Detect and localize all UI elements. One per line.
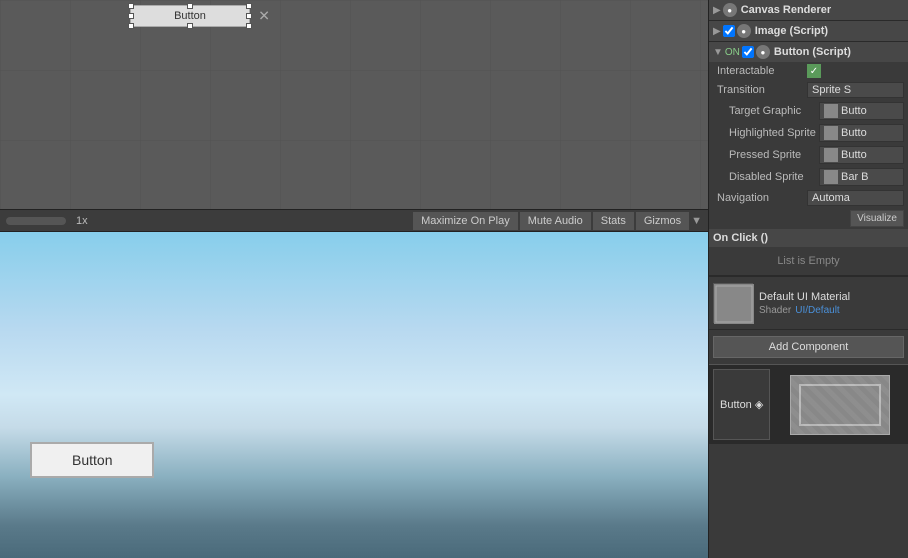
pressed-sprite-row: Pressed Sprite Butto xyxy=(709,144,908,166)
gizmos-button[interactable]: Gizmos xyxy=(636,212,689,230)
highlighted-sprite-thumb xyxy=(824,126,838,140)
maximize-on-play-button[interactable]: Maximize On Play xyxy=(413,212,518,230)
on-click-header: On Click () xyxy=(709,229,908,247)
game-button[interactable]: Button xyxy=(30,442,154,478)
target-graphic-label: Target Graphic xyxy=(729,105,819,117)
mute-audio-button[interactable]: Mute Audio xyxy=(520,212,591,230)
visualize-button[interactable]: Visualize xyxy=(850,210,904,227)
scene-button-label: Button xyxy=(174,10,206,22)
highlighted-sprite-value[interactable]: Butto xyxy=(819,124,904,142)
target-graphic-row: Target Graphic Butto xyxy=(709,100,908,122)
interactable-row: Interactable ✓ xyxy=(709,62,908,80)
button-preview-area: Button ✕ xyxy=(130,5,250,27)
game-toolbar: 1x Maximize On Play Mute Audio Stats Giz… xyxy=(0,210,708,232)
disabled-sprite-thumb xyxy=(824,170,838,184)
pressed-sprite-label: Pressed Sprite xyxy=(729,149,819,161)
image-script-section: ▶ ● Image (Script) xyxy=(709,21,908,42)
canvas-renderer-section: ▶ ● Canvas Renderer xyxy=(709,0,908,21)
toolbar-right: Maximize On Play Mute Audio Stats Gizmos… xyxy=(413,212,702,230)
button-script-section: ▼ ON ● Button (Script) Interactable ✓ Tr… xyxy=(709,42,908,277)
navigation-label: Navigation xyxy=(717,192,807,204)
interactable-label: Interactable xyxy=(717,65,807,77)
button-on-indicator: ON xyxy=(725,47,740,58)
button-script-title: Button (Script) xyxy=(774,46,904,58)
disabled-sprite-label: Disabled Sprite xyxy=(729,171,819,183)
canvas-renderer-icon: ● xyxy=(723,3,737,17)
list-empty-label: List is Empty xyxy=(709,247,908,275)
pressed-sprite-thumb xyxy=(824,148,838,162)
button-script-checkbox[interactable] xyxy=(742,46,754,58)
image-script-checkbox[interactable] xyxy=(723,25,735,37)
toolbar-left: 1x xyxy=(6,215,94,227)
transition-label: Transition xyxy=(717,84,807,96)
scene-view: Button ✕ xyxy=(0,0,708,210)
game-button-container: Button xyxy=(30,442,154,478)
scene-grid xyxy=(0,0,708,209)
expand-arrow-canvas: ▶ xyxy=(713,5,721,16)
pressed-sprite-value[interactable]: Butto xyxy=(819,146,904,164)
inspector-panel: ▶ ● Canvas Renderer ▶ ● Image (Script) ▼… xyxy=(708,0,908,558)
highlighted-sprite-row: Highlighted Sprite Butto xyxy=(709,122,908,144)
gizmos-dropdown-icon[interactable]: ▼ xyxy=(691,215,702,227)
transform-icon: ✕ xyxy=(258,8,270,25)
preview-strip-label: Button ◈ xyxy=(713,369,770,440)
transition-row: Transition Sprite S xyxy=(709,80,908,100)
nav-btn-row: Visualize xyxy=(709,208,908,229)
on-click-title: On Click () xyxy=(713,232,904,244)
image-script-icon: ● xyxy=(737,24,751,38)
target-graphic-thumb xyxy=(824,104,838,118)
material-preview-thumb[interactable] xyxy=(713,283,753,323)
material-row: Default UI Material Shader UI/Default xyxy=(713,283,904,323)
transition-value[interactable]: Sprite S xyxy=(807,82,904,98)
highlighted-sprite-label: Highlighted Sprite xyxy=(729,127,819,139)
scene-button-preview[interactable]: Button xyxy=(130,5,250,27)
stats-button[interactable]: Stats xyxy=(593,212,634,230)
preview-sprite-thumbnail xyxy=(790,375,890,435)
shader-row: Shader UI/Default xyxy=(759,305,904,316)
expand-arrow-image: ▶ xyxy=(713,26,721,37)
zoom-indicator: 1x xyxy=(76,215,88,227)
image-script-title: Image (Script) xyxy=(755,25,904,37)
material-info: Default UI Material Shader UI/Default xyxy=(759,291,904,316)
material-name: Default UI Material xyxy=(759,291,904,303)
preview-strip-content xyxy=(776,369,904,440)
button-script-header[interactable]: ▼ ON ● Button (Script) xyxy=(709,42,908,62)
button-script-icon: ● xyxy=(756,45,770,59)
material-section: Default UI Material Shader UI/Default xyxy=(709,277,908,330)
on-click-section: On Click () List is Empty xyxy=(709,229,908,276)
navigation-row: Navigation Automa xyxy=(709,188,908,208)
canvas-renderer-title: Canvas Renderer xyxy=(741,4,904,16)
target-graphic-value[interactable]: Butto xyxy=(819,102,904,120)
disabled-sprite-value[interactable]: Bar B xyxy=(819,168,904,186)
scroll-bar[interactable] xyxy=(6,217,66,225)
add-component-button[interactable]: Add Component xyxy=(713,336,904,358)
expand-arrow-button: ▼ xyxy=(713,47,723,58)
shader-label: Shader xyxy=(759,305,791,316)
image-script-header[interactable]: ▶ ● Image (Script) xyxy=(709,21,908,41)
game-view: Button xyxy=(0,232,708,558)
interactable-checkbox[interactable]: ✓ xyxy=(807,64,821,78)
shader-value[interactable]: UI/Default xyxy=(795,305,839,316)
navigation-value[interactable]: Automa xyxy=(807,190,904,206)
disabled-sprite-row: Disabled Sprite Bar B xyxy=(709,166,908,188)
preview-strip: Button ◈ xyxy=(709,364,908,444)
canvas-renderer-header[interactable]: ▶ ● Canvas Renderer xyxy=(709,0,908,20)
